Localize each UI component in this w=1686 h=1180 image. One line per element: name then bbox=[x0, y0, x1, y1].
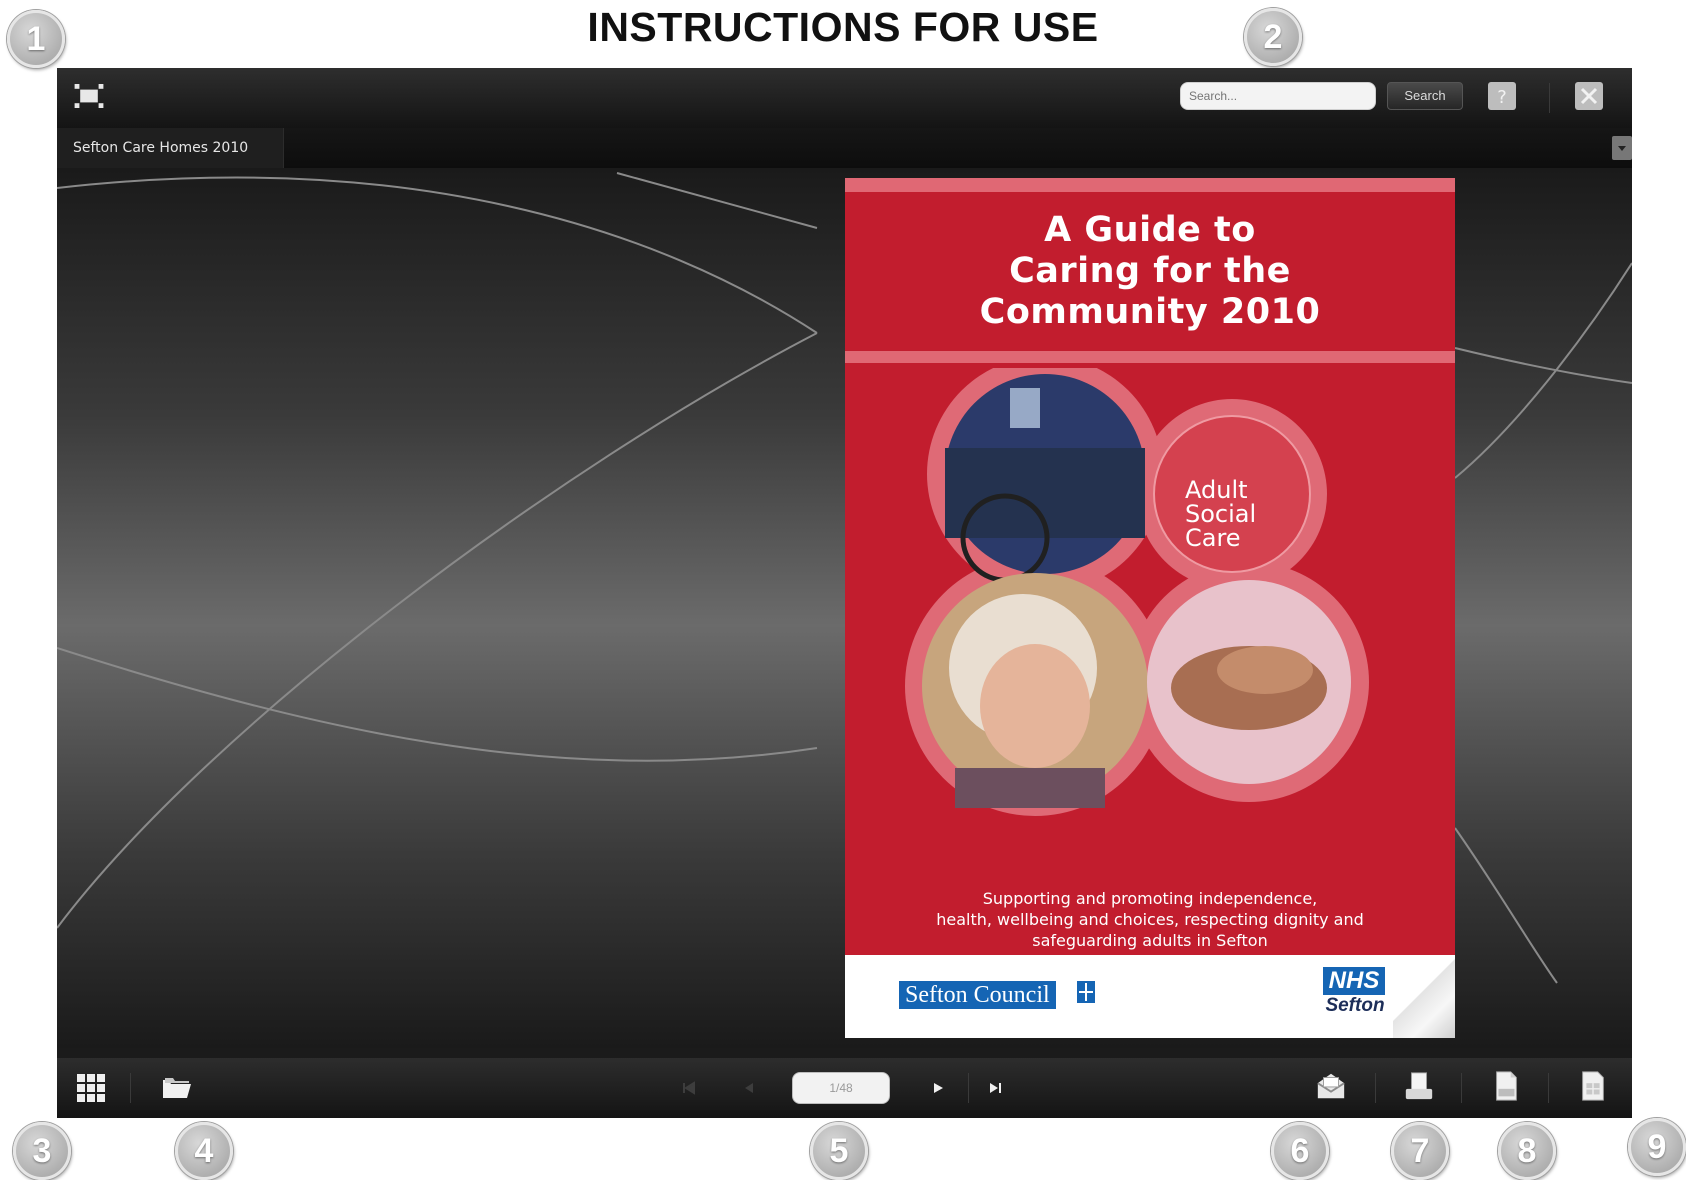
cover-title-line: A Guide to bbox=[1044, 210, 1256, 250]
cover-title-line: Caring for the bbox=[1009, 251, 1291, 291]
book-cover-page[interactable]: A Guide to Caring for the Community 2010 bbox=[845, 178, 1455, 1038]
callout-9: 9 bbox=[1628, 1118, 1686, 1176]
download-page-icon[interactable] bbox=[1577, 1070, 1609, 1102]
sefton-council-logo: Sefton Council bbox=[899, 981, 1056, 1009]
cover-title: A Guide to Caring for the Community 2010 bbox=[845, 210, 1455, 333]
toolbar-divider bbox=[1461, 1073, 1462, 1103]
tagline-line: safeguarding adults in Sefton bbox=[1032, 931, 1268, 950]
pdf-icon[interactable] bbox=[1490, 1070, 1522, 1102]
toolbar-divider bbox=[130, 1073, 131, 1103]
toolbar-divider bbox=[1549, 83, 1550, 113]
previous-page-icon[interactable] bbox=[733, 1072, 765, 1104]
callout-7: 7 bbox=[1391, 1122, 1449, 1180]
adult-social-care-badge: Adult Social Care bbox=[1185, 478, 1256, 550]
top-toolbar: Search ? bbox=[57, 68, 1632, 128]
nhs-logo: NHS bbox=[1323, 967, 1385, 995]
grid-thumbnails-icon[interactable] bbox=[75, 1072, 107, 1104]
svg-text:?: ? bbox=[1497, 87, 1507, 108]
badge-line: Adult bbox=[1185, 476, 1248, 504]
print-icon[interactable] bbox=[1403, 1070, 1435, 1102]
cover-photo-collage bbox=[905, 368, 1369, 816]
page-number-input[interactable]: 1/48 bbox=[792, 1072, 890, 1104]
cover-tagline: Supporting and promoting independence, h… bbox=[865, 888, 1435, 951]
badge-line: Social bbox=[1185, 500, 1257, 528]
tagline-line: Supporting and promoting independence, bbox=[982, 889, 1318, 908]
cover-title-line: Community 2010 bbox=[979, 292, 1321, 332]
search-input[interactable] bbox=[1180, 82, 1376, 110]
callout-4: 4 bbox=[175, 1122, 233, 1180]
fullscreen-icon[interactable] bbox=[73, 80, 105, 112]
page-curl-corner[interactable] bbox=[1393, 955, 1455, 1038]
page-title: INSTRUCTIONS FOR USE bbox=[587, 4, 1099, 50]
folder-icon[interactable] bbox=[161, 1072, 193, 1104]
cover-top-stripe bbox=[845, 178, 1455, 192]
cover-footer: Sefton Council NHS Sefton bbox=[845, 955, 1455, 1038]
help-icon[interactable]: ? bbox=[1486, 80, 1518, 112]
tab-menu-button[interactable] bbox=[1612, 136, 1632, 160]
callout-8: 8 bbox=[1498, 1122, 1556, 1180]
nhs-sefton-label: Sefton bbox=[1325, 995, 1385, 1016]
flipbook-viewer: Search ? Sefton Care Homes 2010 bbox=[57, 68, 1632, 1118]
toolbar-divider bbox=[968, 1073, 969, 1103]
toolbar-divider bbox=[1548, 1073, 1549, 1103]
search-button[interactable]: Search bbox=[1387, 82, 1463, 110]
close-icon[interactable] bbox=[1573, 80, 1605, 112]
last-page-icon[interactable] bbox=[979, 1072, 1011, 1104]
cover-mid-stripe bbox=[845, 351, 1455, 363]
play-icon[interactable] bbox=[922, 1072, 954, 1104]
tagline-line: health, wellbeing and choices, respectin… bbox=[936, 910, 1364, 929]
document-tab-strip: Sefton Care Homes 2010 bbox=[57, 128, 1632, 168]
toolbar-divider bbox=[1375, 1073, 1376, 1103]
callout-2: 2 bbox=[1244, 8, 1302, 66]
bottom-toolbar: 1/48 bbox=[57, 1058, 1632, 1118]
document-tab[interactable]: Sefton Care Homes 2010 bbox=[57, 128, 284, 168]
council-crest-icon bbox=[1077, 981, 1095, 1003]
email-icon[interactable] bbox=[1315, 1070, 1347, 1102]
callout-3: 3 bbox=[13, 1122, 71, 1180]
first-page-icon[interactable] bbox=[673, 1072, 705, 1104]
badge-line: Care bbox=[1185, 524, 1241, 552]
callout-1: 1 bbox=[7, 10, 65, 68]
callout-5-navigation: 5 bbox=[810, 1122, 868, 1180]
callout-6: 6 bbox=[1271, 1122, 1329, 1180]
